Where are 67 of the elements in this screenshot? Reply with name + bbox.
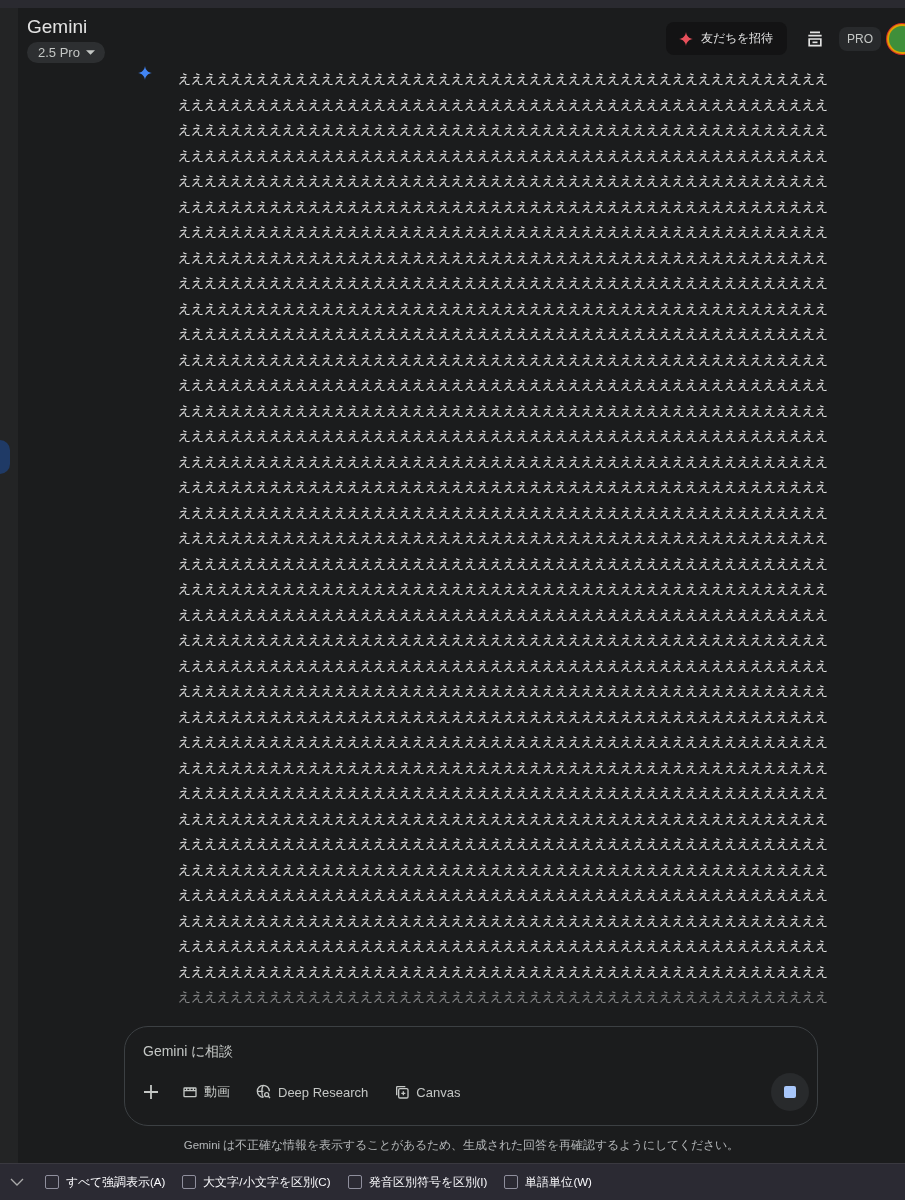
response-text-line: ええええええええええええええええええええええええええええええええええええええええええええええええええ (178, 172, 828, 190)
response-text-line: ええええええええええええええええええええええええええええええええええええええええええええええええええ (178, 146, 828, 165)
plan-badge: PRO (839, 26, 881, 51)
response-text-line: ええええええええええええええええええええええええええええええええええええええええええええええええええ (178, 733, 828, 751)
response-text-line: ええええええええええええええええええええええええええええええええええええええええええええええええええ (178, 197, 828, 216)
sparkle-icon (679, 31, 693, 46)
caret-icon (85, 50, 95, 55)
app-title: Gemini (27, 16, 88, 38)
stop-button[interactable] (771, 1073, 809, 1111)
response-text-line: ええええええええええええええええええええええええええええええええええええええええええええええええええ (178, 325, 828, 343)
response-text-line: ええええええええええええええええええええええええええええええええええええええええええええええええええ (178, 427, 828, 445)
canvas-icon (394, 1084, 411, 1100)
response-text-line: ええええええええええええええええええええええええええええええええええええええええええええええええええ (178, 274, 828, 292)
response-text-line: ええええええええええええええええええええええええええええええええええええええええええええええええええ (178, 503, 828, 522)
response-text-line: ええええええええええええええええええええええええええええええええええええええええええええええええええ (178, 682, 828, 700)
response-text-line: ええええええええええええええええええええええええええええええええええええええええええええええええええ (178, 707, 828, 726)
response-text-line: ええええええええええええええええええええええええええええええええええええええええええええええええええ (178, 937, 828, 955)
checkbox[interactable] (182, 1175, 197, 1189)
response-text-line: ええええええええええええええええええええええええええええええええええええええええええええええええええ (178, 631, 828, 649)
response-text-line: ええええええええええええええええええええええええええええええええええええええええええええええええええ (178, 376, 828, 394)
response-text-line: ええええええええええええええええええええええええええええええええええええええええええええええええええ (178, 95, 828, 114)
response-text-line: ええええええええええええええええええええええええええええええええええええええええええええええええええ (178, 809, 828, 828)
checkbox[interactable] (504, 1175, 519, 1189)
checkbox[interactable] (45, 1175, 59, 1189)
response-text-line: ええええええええええええええええええええええええええええええええええええええええええええええええええ (178, 452, 828, 471)
gemini-icon (138, 66, 152, 80)
checkbox[interactable] (347, 1175, 362, 1189)
stop-icon (784, 1086, 796, 1098)
option-label: すべて強調表示(A) (66, 1174, 166, 1190)
response-text-line: ええええええええええええええええええええええええええええええええええええええええええええええええええ (178, 962, 828, 981)
add-button[interactable] (143, 1084, 159, 1100)
option-label: 単語単位(W) (525, 1174, 592, 1190)
response-text-line: ええええええええええええええええええええええええええええええええええええええええええええええええええ (178, 248, 828, 267)
response-text-line: ええええええええええええええええええええええええええええええええええええええええええええええええええ (178, 988, 828, 1006)
plus-icon (143, 1084, 159, 1100)
response-text-line: ええええええええええええええええええええええええええええええええええええええええええええええええええ (178, 529, 828, 547)
film-icon (182, 1084, 198, 1100)
response-text-line: ええええええええええええええええええええええええええええええええええええええええええええええええええ (178, 401, 828, 420)
response-text-line: ええええええええええええええええええええええええええええええええええええええええええええええええええ (178, 223, 828, 241)
response-text-line: ええええええええええええええええええええええええええええええええええええええええええええええええええ (178, 580, 828, 598)
response-text-line: ええええええええええええええええええええええええええええええええええええええええええええええええええ (178, 299, 828, 318)
prompt-box[interactable]: Gemini に相談 動画 Deep Research Canvas (124, 1026, 818, 1126)
response-text-line: ええええええええええええええええええええええええええええええええええええええええええええええええええ (178, 554, 828, 573)
response-text-line: ええええええええええええええええええええええええええええええええええええええええええええええええええ (178, 70, 828, 88)
option-label: 発音区別符号を区別(I) (368, 1174, 488, 1190)
response-text-line: ええええええええええええええええええええええええええええええええええええええええええええええええええ (178, 886, 828, 904)
response-text-line: ええええええええええええええええええええええええええええええええええええええええええええええええええ (178, 911, 828, 930)
tool-button[interactable]: Deep Research (256, 1080, 369, 1104)
tool-button[interactable]: 動画 (182, 1079, 230, 1105)
response-text-line: ええええええええええええええええええええええええええええええええええええええええええええええええええ (178, 784, 828, 802)
response-text-line: ええええええええええええええええええええええええええええええええええええええええええええええええええ (178, 656, 828, 675)
globe-search-icon (256, 1084, 272, 1100)
prompt-input[interactable]: Gemini に相談 (143, 1043, 743, 1059)
response-text-line: ええええええええええええええええええええええええええええええええええええええええええええええええええ (178, 605, 828, 624)
model-selector[interactable]: 2.5 Pro (27, 42, 105, 63)
option-label: 大文字/小文字を区別(C) (203, 1174, 331, 1190)
response-text-line: ええええええええええええええええええええええええええええええええええええええええええええええええええ (178, 860, 828, 879)
chevron-down-icon[interactable] (10, 1178, 24, 1186)
response-text-line: ええええええええええええええええええええええええええええええええええええええええええええええええええ (178, 835, 828, 853)
response-text-line: ええええええええええええええええええええええええええええええええええええええええええええええええええ (178, 758, 828, 777)
sidebar-handle[interactable] (0, 440, 10, 474)
response-text-line: ええええええええええええええええええええええええええええええええええええええええええええええええええ (178, 478, 828, 496)
tool-button[interactable]: Canvas (394, 1080, 461, 1104)
invite-button[interactable]: 友だちを招待 (666, 22, 787, 55)
disclaimer-text: Gemini は不正確な情報を表示することがあるため、生成された回答を再確認するようにしてください。 (182, 1138, 741, 1153)
response-text-line: ええええええええええええええええええええええええええええええええええええええええええええええええええ (178, 350, 828, 369)
response-text-line: ええええええええええええええええええええええええええええええええええええええええええええええええええ (178, 121, 828, 139)
